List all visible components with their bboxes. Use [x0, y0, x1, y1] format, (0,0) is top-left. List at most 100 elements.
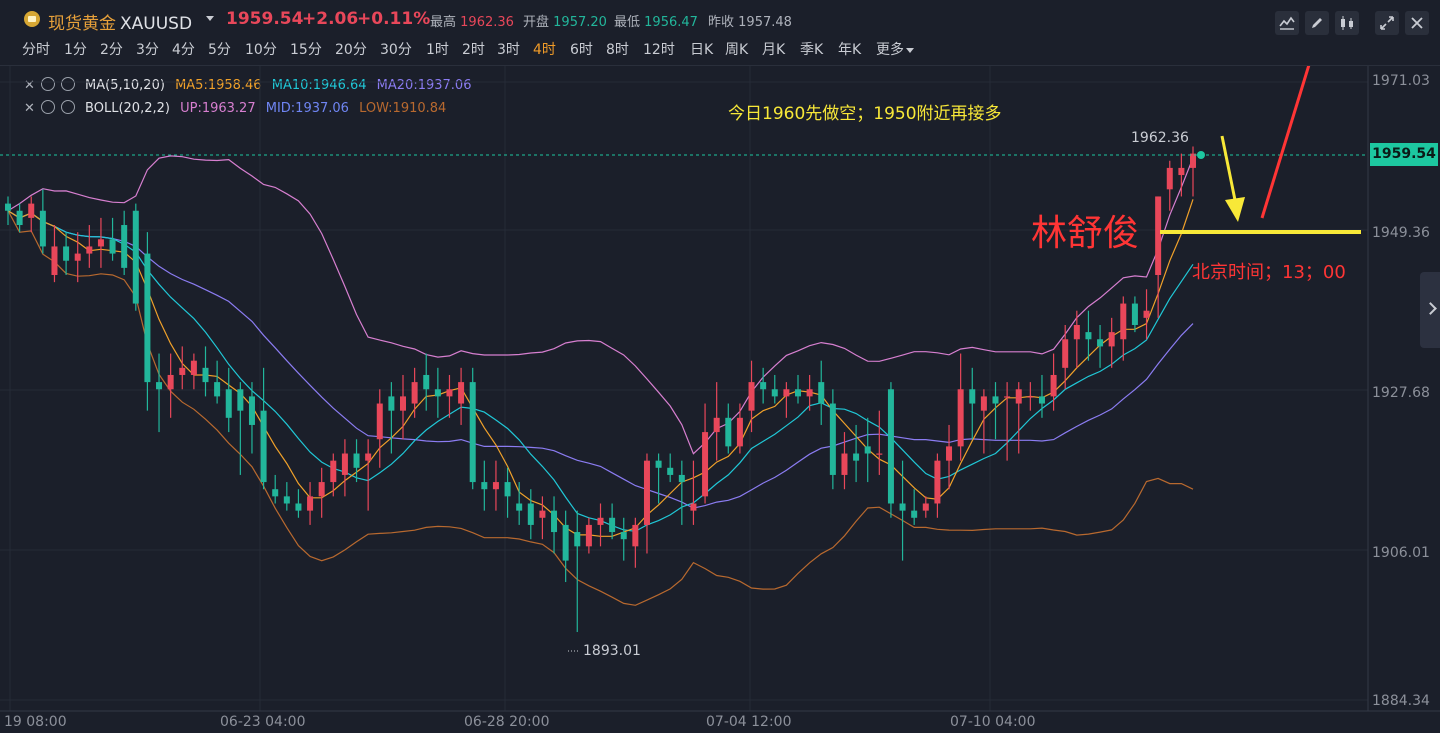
candle-body: [423, 374, 430, 390]
draw-icon[interactable]: [1305, 11, 1329, 35]
candle-body: [1178, 167, 1185, 176]
price-chart[interactable]: [0, 66, 1440, 733]
candle-body: [458, 382, 465, 404]
timeframe-9[interactable]: 30分: [380, 39, 412, 59]
candle-body: [28, 203, 35, 218]
timeframe-19[interactable]: 月K: [762, 39, 785, 59]
yellow-arrow-shaft: [1220, 135, 1238, 206]
timeframe-14[interactable]: 6时: [570, 39, 593, 59]
indicator-icon[interactable]: [1275, 11, 1299, 35]
trade-note: 今日1960先做空；1950附近再接多: [728, 104, 1002, 124]
low-stat: 最低 1956.47: [614, 15, 698, 30]
candle-body: [283, 496, 290, 504]
candle-body: [190, 360, 197, 375]
candle-body: [829, 403, 836, 475]
timeframe-18[interactable]: 周K: [725, 39, 748, 59]
gold-logo-icon: [24, 11, 40, 27]
price-tick: 1927.68: [1372, 385, 1430, 401]
candle-body: [527, 503, 534, 525]
symbol-code[interactable]: XAUUSD: [120, 14, 192, 34]
candle-body: [643, 460, 650, 525]
timeframe-7[interactable]: 15分: [290, 39, 322, 59]
timeframe-17[interactable]: 日K: [690, 39, 713, 59]
timeframe-6[interactable]: 10分: [245, 39, 277, 59]
time-tick: 06-23 04:00: [220, 714, 306, 730]
candle-body: [934, 460, 941, 504]
candle-body: [760, 382, 767, 390]
candle-body: [86, 246, 93, 254]
candle-body: [74, 253, 81, 261]
timeframe-21[interactable]: 年K: [838, 39, 861, 59]
high-stat: 最高 1962.36: [430, 15, 514, 30]
candle-body: [620, 532, 627, 540]
timeframe-3[interactable]: 3分: [136, 39, 159, 59]
more-caret-icon: [906, 47, 914, 53]
candle-body: [911, 510, 918, 518]
timeframe-11[interactable]: 2时: [462, 39, 485, 59]
timeframe-15[interactable]: 8时: [606, 39, 629, 59]
symbol-dropdown-icon[interactable]: [206, 16, 214, 21]
symbol-name[interactable]: 现货黄金 XAUUSD: [48, 9, 192, 34]
timeframe-10[interactable]: 1时: [426, 39, 449, 59]
candle-body: [655, 460, 662, 468]
candle-body: [922, 503, 929, 511]
close-icon[interactable]: [1405, 11, 1429, 35]
timeframe-8[interactable]: 20分: [335, 39, 367, 59]
candle-body: [585, 524, 592, 547]
timeframe-4[interactable]: 4分: [172, 39, 195, 59]
yellow-arrow-head: [1225, 197, 1245, 222]
price-change: +2.06: [302, 9, 359, 29]
candle-body: [783, 389, 790, 397]
ma10-line: [7, 210, 1194, 532]
candle-body: [864, 446, 871, 454]
candle-body: [353, 453, 360, 468]
prev-close-stat: 昨收 1957.48: [708, 15, 792, 30]
time-tick: 06-28 20:00: [464, 714, 550, 730]
header-bar: 现货黄金 XAUUSD 1959.54 +2.06 +0.11% 最高 1962.…: [0, 0, 1440, 38]
low-marker-label: 1893.01: [583, 643, 641, 659]
current-price: 1959.54: [226, 9, 304, 29]
candle-body: [992, 396, 999, 404]
candle-body: [109, 239, 116, 254]
candle-body: [202, 367, 209, 383]
timeframe-12[interactable]: 3时: [497, 39, 520, 59]
candle-body: [876, 453, 883, 455]
timeframe-0[interactable]: 分时: [22, 39, 50, 59]
candle-body: [562, 524, 569, 561]
candle-body: [1120, 303, 1127, 340]
time-tick: 07-10 04:00: [950, 714, 1036, 730]
candle-body: [1166, 167, 1173, 190]
candle-body: [1050, 374, 1057, 397]
candle-body: [771, 389, 778, 397]
candle-body: [957, 389, 964, 447]
candle-body: [376, 403, 383, 440]
candle-body: [237, 389, 244, 411]
fullscreen-icon[interactable]: [1375, 11, 1399, 35]
timeframe-5[interactable]: 5分: [208, 39, 231, 59]
timeframe-22[interactable]: 更多: [876, 39, 914, 59]
timeframe-13[interactable]: 4时: [533, 39, 556, 59]
price-tick: 1949.36: [1372, 225, 1430, 241]
candle-body: [481, 482, 488, 490]
candle-type-icon[interactable]: [1335, 11, 1359, 35]
candle-body: [818, 382, 825, 404]
candle-body: [225, 389, 232, 418]
timeframe-2[interactable]: 2分: [100, 39, 123, 59]
candle-body: [446, 389, 453, 397]
timeframe-20[interactable]: 季K: [800, 39, 823, 59]
timeframe-1[interactable]: 1分: [64, 39, 87, 59]
candle-body: [795, 389, 801, 397]
candle-body: [609, 517, 616, 533]
ma5-line: [7, 199, 1194, 537]
candle-body: [1062, 339, 1069, 368]
candle-body: [597, 517, 604, 525]
open-stat: 开盘 1957.20: [523, 15, 607, 30]
candle-body: [167, 374, 174, 390]
timeframe-16[interactable]: 12时: [643, 39, 675, 59]
candle-body: [248, 396, 255, 425]
side-panel-toggle[interactable]: [1420, 272, 1440, 348]
candle-body: [887, 389, 894, 504]
candle-body: [39, 210, 46, 247]
candle-body: [97, 239, 104, 247]
candle-body: [1190, 153, 1196, 168]
